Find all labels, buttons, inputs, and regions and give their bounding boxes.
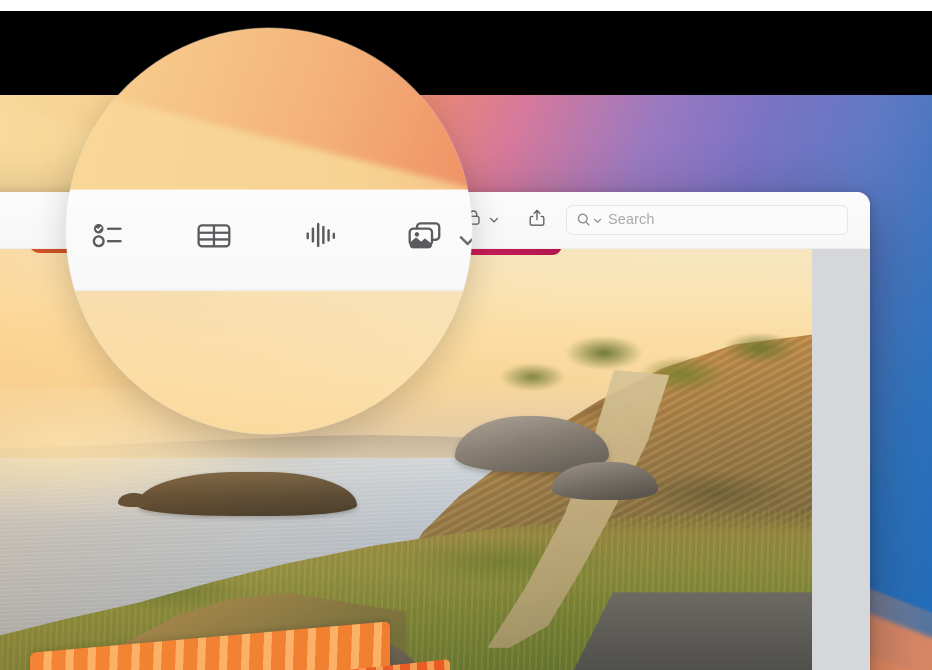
media-photos-icon bbox=[404, 214, 447, 266]
screenshot-root: Aa bbox=[0, 0, 932, 670]
search-icon bbox=[576, 212, 602, 228]
magnified-format-group: Aa bbox=[66, 216, 472, 262]
chevron-down-icon bbox=[488, 214, 500, 226]
photo-sky bbox=[66, 291, 472, 434]
search-field[interactable]: Search bbox=[566, 205, 848, 235]
chevron-down-icon bbox=[456, 228, 472, 251]
search-placeholder: Search bbox=[608, 212, 655, 228]
table-icon bbox=[194, 215, 233, 263]
share-icon bbox=[527, 208, 547, 233]
magnified-audio-button[interactable] bbox=[298, 216, 344, 262]
top-white-strip bbox=[0, 0, 932, 11]
magnified-note-body bbox=[66, 291, 472, 434]
magnified-media-button[interactable] bbox=[404, 216, 472, 262]
photo-rock-mid-2 bbox=[552, 462, 658, 500]
magnifier-content: Aa bbox=[66, 28, 472, 434]
share-button[interactable] bbox=[524, 207, 550, 233]
toolbar-right-group: Search bbox=[464, 205, 870, 235]
audio-waveform-icon bbox=[301, 215, 340, 263]
magnified-photo-attachment bbox=[66, 291, 472, 434]
magnified-toolbar: Aa bbox=[66, 189, 472, 292]
checklist-icon bbox=[88, 216, 125, 262]
magnified-table-button[interactable] bbox=[191, 216, 237, 262]
magnifier-lens: Aa bbox=[66, 28, 472, 434]
magnified-checklist-button[interactable] bbox=[84, 216, 130, 262]
magnified-photo-scene bbox=[66, 291, 472, 434]
chevron-down-icon bbox=[593, 218, 602, 223]
magnified-window: Aa bbox=[66, 189, 472, 434]
